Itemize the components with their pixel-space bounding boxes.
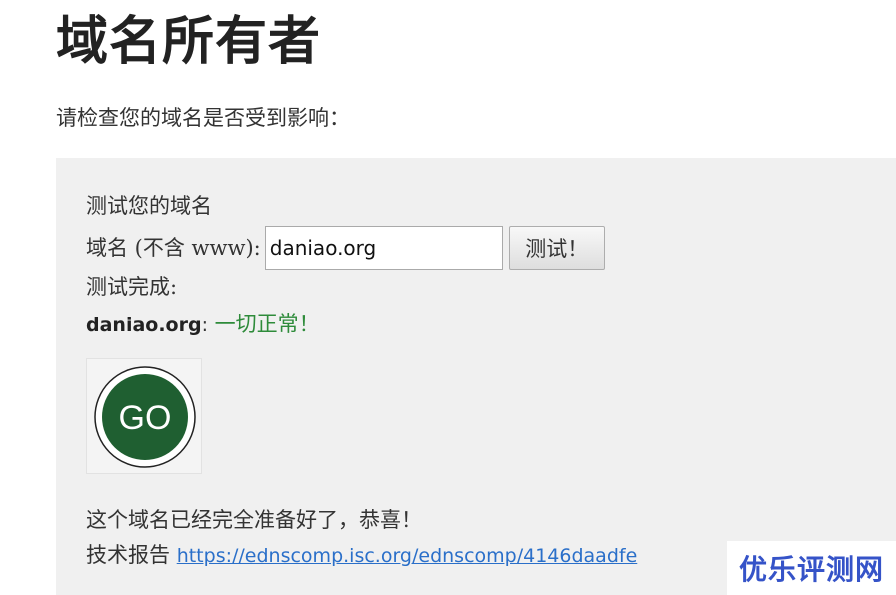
test-done-label: 测试完成: (86, 275, 178, 299)
report-label: 技术报告 (86, 543, 170, 567)
test-panel-heading: 测试您的域名 (86, 194, 212, 218)
test-panel: 测试您的域名 域名 (不含 www): 测试！ 测试完成: daniao.org… (56, 158, 896, 595)
go-badge: GO (86, 358, 202, 474)
test-result: daniao.org: 一切正常！ (86, 308, 320, 341)
report-link[interactable]: https://ednscomp.isc.org/ednscomp/4146da… (177, 545, 638, 567)
result-status: 一切正常！ (207, 312, 320, 336)
go-badge-icon: GO (94, 366, 196, 468)
watermark-logo: 优乐评测网 (727, 541, 896, 595)
domain-label: 域名 (不含 www): (86, 236, 261, 260)
go-badge-text: GO (119, 399, 172, 437)
domain-input[interactable] (264, 226, 503, 270)
result-domain: daniao.org (86, 314, 202, 336)
report-row: 技术报告 https://ednscomp.isc.org/ednscomp/4… (86, 539, 637, 572)
domain-form: 域名 (不含 www): 测试！ (86, 226, 605, 270)
test-button[interactable]: 测试！ (508, 226, 605, 270)
intro-text: 请检查您的域名是否受到影响： (56, 106, 350, 130)
congrats-text: 这个域名已经完全准备好了，恭喜！ (86, 508, 422, 532)
page: 域名所有者 请检查您的域名是否受到影响： 测试您的域名 域名 (不含 www):… (0, 0, 896, 595)
page-title: 域名所有者 (56, 11, 322, 72)
